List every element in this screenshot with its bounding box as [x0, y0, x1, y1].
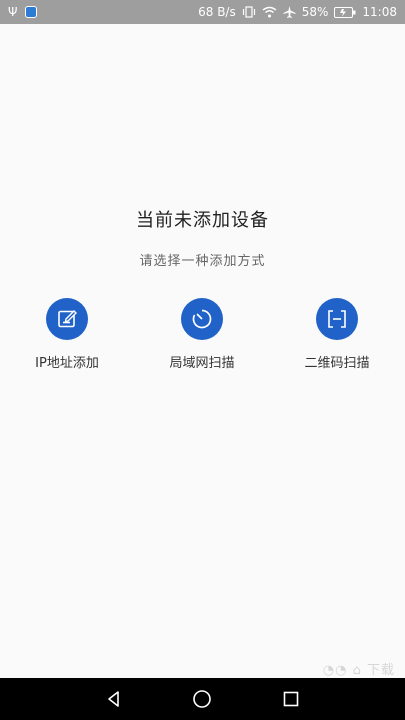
navigation-bar	[0, 678, 405, 720]
vibrate-icon	[242, 6, 255, 18]
airplane-icon	[283, 6, 296, 18]
back-button[interactable]	[102, 687, 126, 711]
ip-add-option[interactable]: IP地址添加	[7, 298, 127, 371]
net-speed: 68 B/s	[198, 5, 236, 19]
page-title: 当前未添加设备	[136, 210, 269, 231]
edit-note-icon	[58, 310, 77, 328]
page-subtitle: 请选择一种添加方式	[139, 254, 266, 269]
home-button[interactable]	[190, 687, 214, 711]
battery-icon	[334, 6, 356, 18]
radar-scan-icon	[192, 309, 212, 329]
battery-percent: 58%	[301, 5, 329, 19]
lan-scan-option[interactable]: 局域网扫描	[142, 298, 262, 371]
qr-scan-label: 二维码扫描	[304, 356, 370, 371]
shield-icon	[25, 6, 38, 18]
lan-scan-label: 局域网扫描	[169, 356, 235, 371]
main-content: 当前未添加设备 请选择一种添加方式 IP地址添加 局域网扫描 二维码扫描 ◔◔ …	[0, 24, 405, 678]
ip-add-label: IP地址添加	[35, 356, 99, 371]
ip-add-button[interactable]	[46, 298, 88, 340]
qr-scan-icon	[328, 310, 346, 328]
clock: 11:08	[362, 5, 397, 19]
back-icon	[108, 691, 119, 707]
status-bar: Ψ 68 B/s 58% 11:08	[0, 0, 405, 24]
qr-scan-option[interactable]: 二维码扫描	[277, 298, 397, 371]
recents-icon	[283, 691, 299, 707]
qr-scan-button[interactable]	[316, 298, 358, 340]
status-left: Ψ	[8, 5, 38, 19]
usb-icon: Ψ	[8, 5, 18, 19]
watermark-logo: ◔◔ ⌂ 下载	[322, 663, 395, 678]
home-icon	[193, 690, 212, 708]
lan-scan-button[interactable]	[181, 298, 223, 340]
status-right: 68 B/s 58% 11:08	[198, 5, 397, 19]
recents-button[interactable]	[279, 687, 303, 711]
wifi-icon	[262, 6, 277, 18]
